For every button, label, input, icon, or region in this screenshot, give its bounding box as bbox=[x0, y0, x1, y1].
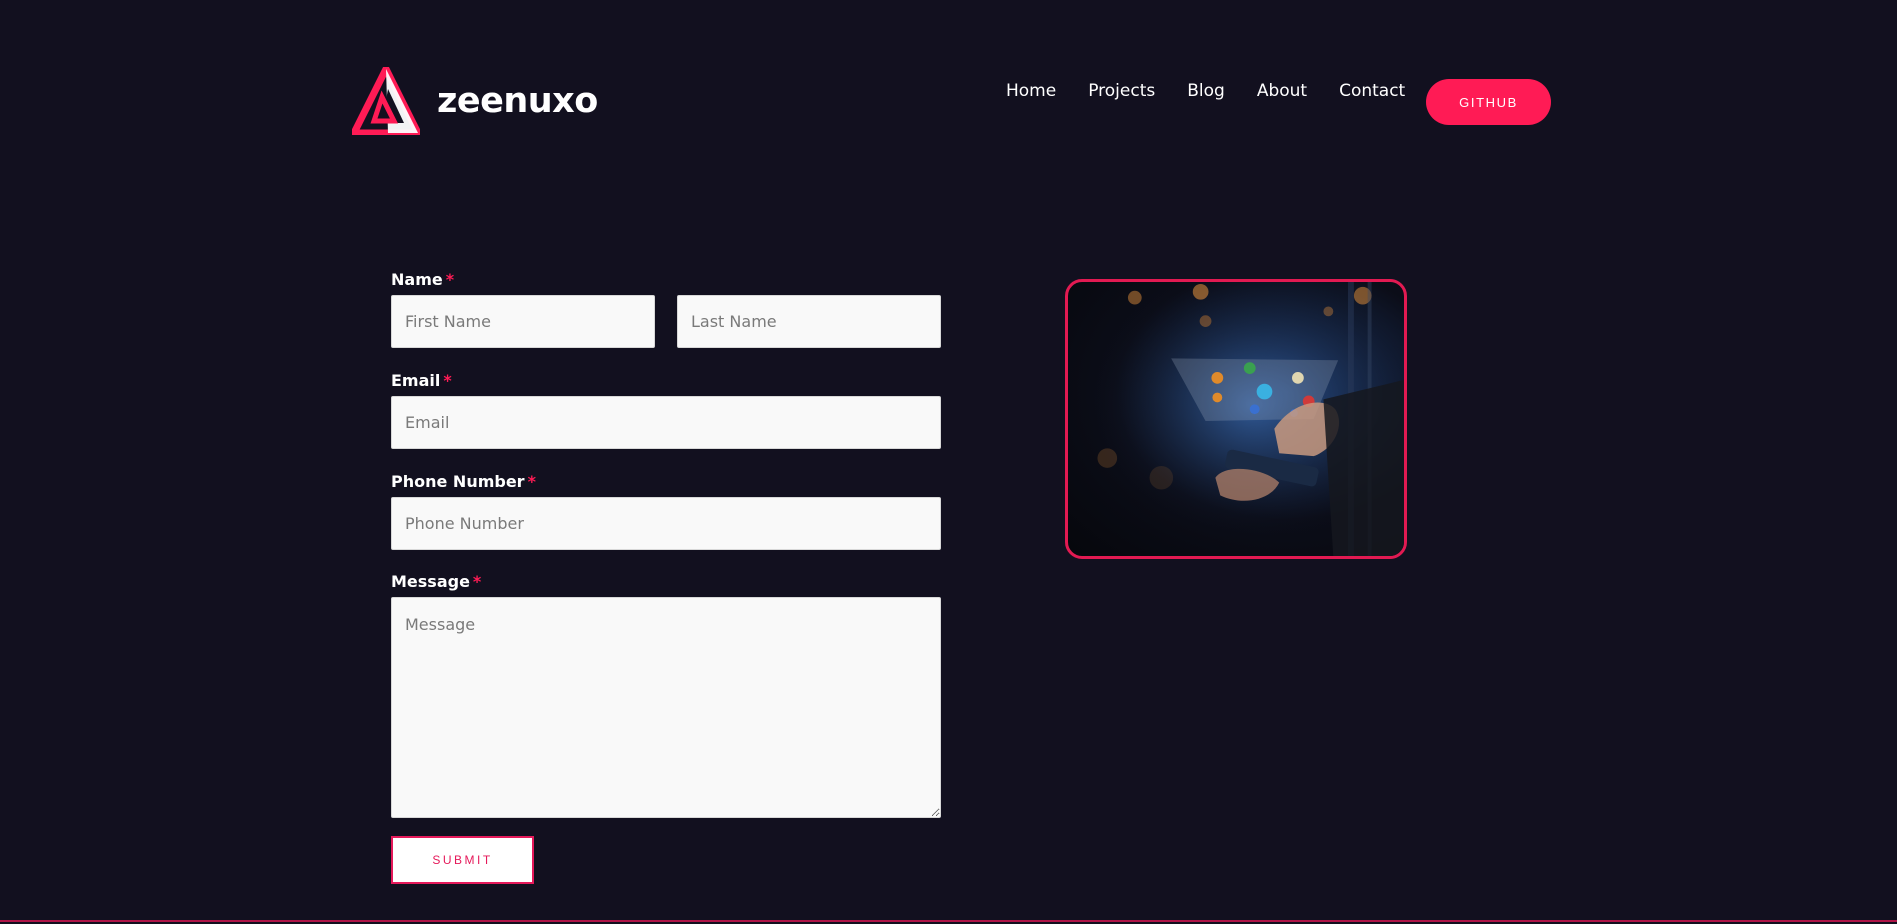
required-marker: * bbox=[527, 472, 536, 491]
message-label: Message * bbox=[391, 572, 941, 592]
nav-contact[interactable]: Contact bbox=[1339, 79, 1405, 103]
required-marker: * bbox=[443, 371, 452, 390]
name-row bbox=[391, 295, 941, 348]
email-label-text: Email bbox=[391, 371, 441, 390]
brand-name: zeenuxo bbox=[437, 81, 598, 121]
phone-label: Phone Number * bbox=[391, 472, 941, 492]
page: zeenuxo Home Projects Blog About Contact… bbox=[0, 0, 1897, 924]
nav-home[interactable]: Home bbox=[1006, 79, 1056, 103]
message-label-text: Message bbox=[391, 572, 470, 591]
hand-holding-phone-with-floating-app-icons-icon bbox=[1068, 282, 1404, 556]
email-field-group: Email * bbox=[391, 371, 941, 449]
nav-blog[interactable]: Blog bbox=[1187, 79, 1225, 103]
required-marker: * bbox=[472, 572, 482, 591]
site-logo[interactable]: zeenuxo bbox=[352, 67, 598, 135]
phone-input[interactable] bbox=[391, 497, 941, 550]
message-textarea[interactable] bbox=[391, 597, 941, 818]
message-field-group: Message * bbox=[391, 572, 941, 818]
name-field-group: Name * bbox=[391, 270, 941, 348]
hero-image bbox=[1065, 279, 1407, 559]
name-label: Name * bbox=[391, 270, 941, 290]
github-button[interactable]: GITHUB bbox=[1426, 79, 1551, 125]
required-marker: * bbox=[445, 270, 455, 289]
phone-field-group: Phone Number * bbox=[391, 472, 941, 550]
last-name-input[interactable] bbox=[677, 295, 941, 348]
phone-label-text: Phone Number bbox=[391, 472, 525, 491]
name-label-text: Name bbox=[391, 270, 443, 289]
nav-projects[interactable]: Projects bbox=[1088, 79, 1155, 103]
first-name-input[interactable] bbox=[391, 295, 655, 348]
email-label: Email * bbox=[391, 371, 941, 391]
submit-button[interactable]: SUBMIT bbox=[391, 836, 534, 884]
triangle-logo-icon bbox=[352, 67, 420, 135]
nav-about[interactable]: About bbox=[1257, 79, 1307, 103]
main-nav: Home Projects Blog About Contact bbox=[1006, 79, 1405, 103]
footer-divider bbox=[0, 920, 1897, 922]
email-input[interactable] bbox=[391, 396, 941, 449]
